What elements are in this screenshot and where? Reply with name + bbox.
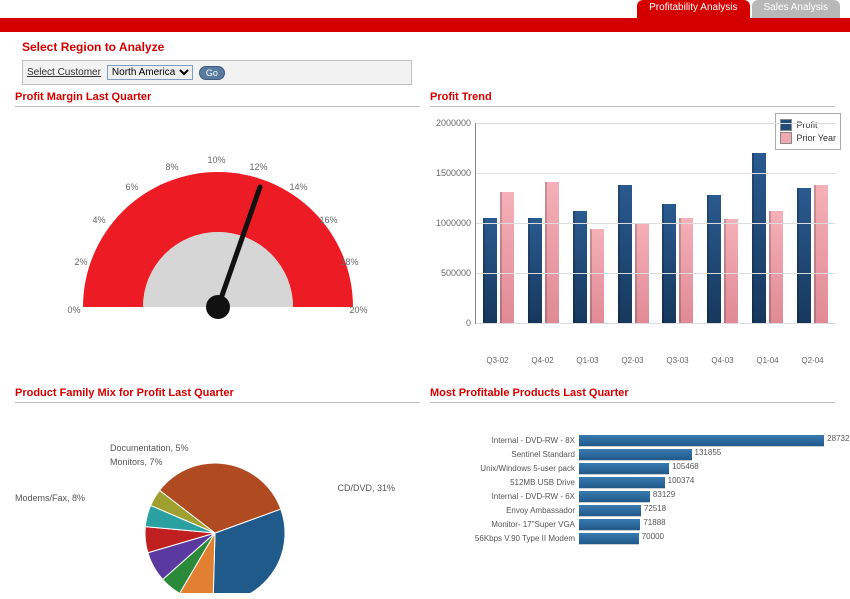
trend-bar <box>528 218 542 323</box>
trend-bar <box>662 204 676 323</box>
panel-mix-title: Product Family Mix for Profit Last Quart… <box>15 387 420 403</box>
trend-bar <box>679 218 693 323</box>
tab-profitability[interactable]: Profitability Analysis <box>637 0 749 18</box>
gauge-tick: 8% <box>166 162 179 172</box>
trend-bar <box>752 153 766 323</box>
gauge-tick: 10% <box>208 155 226 165</box>
gauge-tick: 16% <box>320 215 338 225</box>
gauge-tick: 6% <box>126 182 139 192</box>
trend-bar <box>797 188 811 323</box>
product-row: Internal - DVD-RW - 6X83129 <box>430 489 835 503</box>
pie-label: Documentation, 5% <box>110 443 189 453</box>
gauge-tick: 20% <box>350 305 368 315</box>
filter-panel: Select Customer North America Go <box>22 60 412 85</box>
gauge-tick: 2% <box>75 257 88 267</box>
pie-label: Modems/Fax, 8% <box>15 493 85 503</box>
trend-bar <box>590 229 604 323</box>
gauge-tick: 14% <box>290 182 308 192</box>
pie-chart: CD/DVD, 31% Modems/Fax, 8% Documentation… <box>15 443 415 593</box>
header-redbar <box>0 18 850 32</box>
product-row: 56Kbps V.90 Type II Modem70000 <box>430 531 835 545</box>
panel-products: Most Profitable Products Last Quarter In… <box>430 381 835 599</box>
pie-label: CD/DVD, 31% <box>337 483 395 493</box>
filter-label: Select Customer <box>27 67 101 78</box>
gauge-tick: 0% <box>68 305 81 315</box>
product-row: 512MB USB Drive100374 <box>430 475 835 489</box>
tab-bar: Profitability Analysis Sales Analysis <box>0 0 850 18</box>
panel-mix: Product Family Mix for Profit Last Quart… <box>15 381 420 599</box>
trend-bar <box>618 185 632 323</box>
trend-chart: Profit Prior Year 0500000100000015000002… <box>430 113 835 353</box>
gauge-tick: 12% <box>250 162 268 172</box>
tab-sales[interactable]: Sales Analysis <box>752 0 840 18</box>
panel-gauge-title: Profit Margin Last Quarter <box>15 91 420 107</box>
product-row: Internal - DVD-RW - 8X287327 <box>430 433 835 447</box>
gauge-tick: 18% <box>341 257 359 267</box>
panel-products-title: Most Profitable Products Last Quarter <box>430 387 835 403</box>
trend-bar <box>707 195 721 323</box>
products-chart: Internal - DVD-RW - 8X287327Sentinel Sta… <box>430 433 835 545</box>
trend-bar <box>769 211 783 323</box>
panel-gauge: Profit Margin Last Quarter 0% 2% 4% 6% 8… <box>15 85 420 371</box>
go-button[interactable]: Go <box>199 66 225 80</box>
gauge-chart: 0% 2% 4% 6% 8% 10% 12% 14% 16% 18% 20% <box>58 137 378 337</box>
product-row: Sentinel Standard131855 <box>430 447 835 461</box>
trend-bar <box>573 211 587 323</box>
trend-bar <box>545 182 559 323</box>
panel-trend: Profit Trend Profit Prior Year 050000010… <box>430 85 835 371</box>
gauge-tick: 4% <box>93 215 106 225</box>
product-row: Envoy Ambassador72518 <box>430 503 835 517</box>
product-row: Unix/Windows 5-user pack105468 <box>430 461 835 475</box>
product-row: Monitor- 17"Super VGA71888 <box>430 517 835 531</box>
pie-label: Monitors, 7% <box>110 457 163 467</box>
trend-bar <box>724 219 738 323</box>
panel-trend-title: Profit Trend <box>430 91 835 107</box>
trend-bar <box>500 192 514 323</box>
trend-bar <box>483 218 497 323</box>
trend-bar <box>814 185 828 323</box>
region-select[interactable]: North America <box>107 65 193 80</box>
filter-title: Select Region to Analyze <box>0 32 850 58</box>
